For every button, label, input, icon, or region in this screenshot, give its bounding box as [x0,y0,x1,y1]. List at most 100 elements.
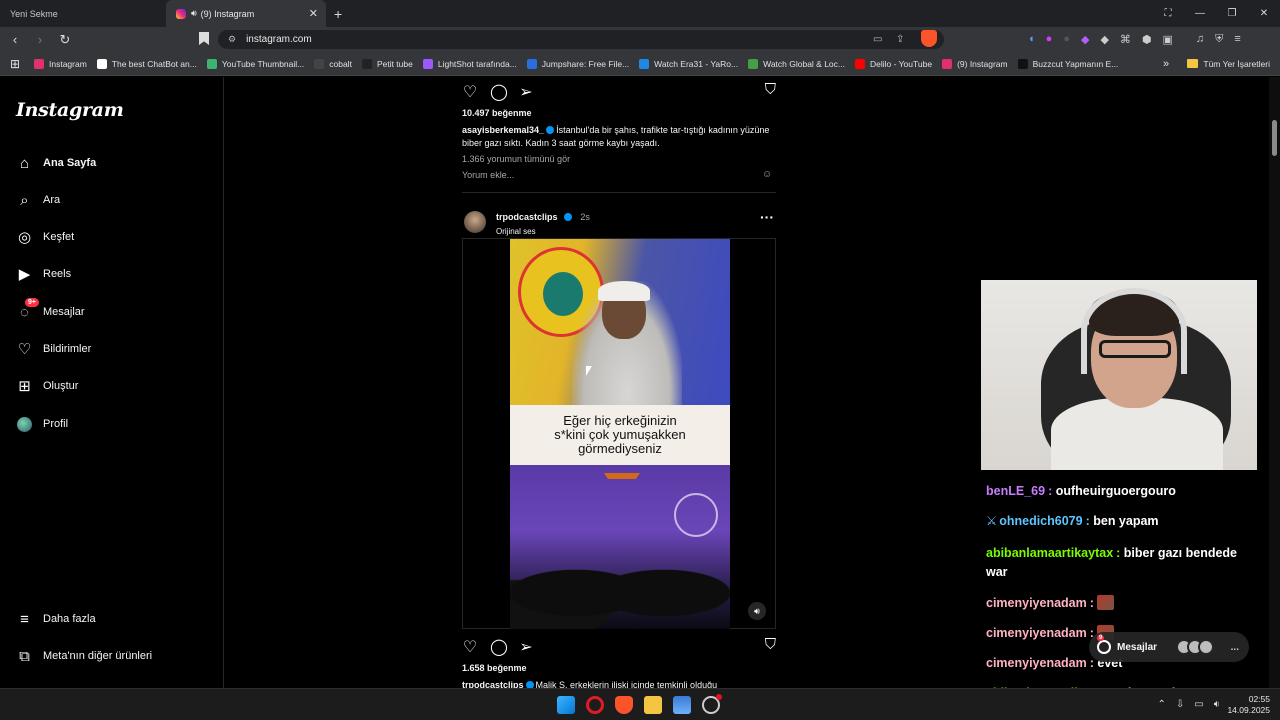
site-info-icon[interactable]: ⚙︎ [228,34,236,45]
nav-messages[interactable]: ◌ 9+ Mesajlar [16,297,85,324]
messages-label: Mesajlar [1117,641,1158,653]
chat-username[interactable]: cimenyiyenadam [986,656,1087,670]
instagram-logo[interactable]: Instagram [16,99,124,121]
view-comments-link[interactable]: 1.366 yorumun tümünü gör [462,154,570,164]
post-audio[interactable]: Orijinal ses [496,227,590,236]
bookmark-item[interactable]: Petit tube [361,58,413,69]
extension-icon[interactable]: ● [1063,33,1070,45]
extension-icon[interactable]: ● [1046,33,1053,45]
comment-icon[interactable]: ◯ [490,637,508,657]
extension-icon[interactable]: ⌘ [1120,33,1131,46]
nav-notifications[interactable]: ♡ Bildirimler [16,337,92,361]
opera-icon[interactable] [586,696,604,714]
chevron-up-icon[interactable]: ⌃ [1157,699,1165,710]
bookmark-item[interactable]: Instagram [34,58,87,69]
download-icon[interactable]: ⇩ [1176,699,1184,710]
vpn-icon[interactable]: ⛨ [1215,33,1223,46]
extension-icon[interactable]: ◖ [1028,33,1035,45]
bookmark-item[interactable]: The best ChatBot an... [96,58,197,69]
messages-bubble[interactable]: 9 Mesajlar ... [1089,632,1249,662]
post-actions: ♡ ◯ ➢ [462,82,534,102]
nav-more[interactable]: ≡ Daha fazla [16,607,95,631]
menu-icon[interactable]: ≡ [1234,33,1240,45]
chat-username[interactable]: abibanlamaartikaytax [986,546,1113,560]
music-icon[interactable]: ♫ [1196,33,1204,45]
chat-username[interactable]: benLE_69 [986,484,1045,498]
bookmark-item[interactable]: (9) Instagram [942,58,1008,69]
post-username[interactable]: trpodcastclips [496,212,558,222]
file-explorer-icon[interactable] [644,696,662,714]
extension-icon[interactable]: ◆ [1081,33,1089,46]
caption-username[interactable]: asayisberkemal34_ [462,125,544,135]
all-bookmarks-folder[interactable]: Tüm Yer İşaretleri [1187,59,1270,69]
close-window-button[interactable]: ✕ [1248,8,1280,19]
extensions-icon[interactable]: ⛶ [1152,8,1184,19]
extension-icon[interactable]: ⬢ [1142,33,1152,46]
share-icon[interactable]: ⇪ [896,34,904,45]
obs-icon[interactable] [702,694,722,714]
bookmark-item[interactable]: Buzzcut Yapmanın E... [1017,58,1118,69]
extension-icon[interactable]: ◆ [1100,33,1108,46]
address-bar[interactable]: ⚙︎ instagram.com ▭ ⇪ [218,30,944,49]
bookmark-item[interactable]: Delilo - YouTube [855,58,932,69]
tab-instagram[interactable]: 🔊︎ (9) Instagram ✕ [166,0,326,27]
share-send-icon[interactable]: ➢ [518,637,534,657]
close-tab-icon[interactable]: ✕ [309,7,318,20]
chat-username[interactable]: cimenyiyenadam [986,626,1087,640]
share-send-icon[interactable]: ➢ [518,82,534,102]
emoji-icon[interactable]: ☺ [762,169,772,180]
page-scrollbar[interactable] [1269,77,1280,688]
bookmark-item[interactable]: cobalt [314,58,352,69]
save-bookmark-icon[interactable]: ⛉ [765,636,776,653]
brave-shield-icon[interactable] [921,30,937,47]
store-icon[interactable] [673,696,691,714]
nav-search[interactable]: ⌕ Ara [16,188,60,212]
bookmark-item[interactable]: Jumpshare: Free File... [526,58,629,69]
post-media[interactable]: Eğer hiç erkeğinizin s*kini çok yumuşakk… [462,238,776,629]
comment-input[interactable]: Yorum ekle... [462,170,514,180]
bookmark-favicon-icon [422,58,433,69]
new-tab-button[interactable]: + [334,6,342,22]
bookmark-item[interactable]: Watch Global & Loc... [748,58,845,69]
nav-home[interactable]: ⌂ Ana Sayfa [16,151,96,175]
chat-username[interactable]: ohnedich6079 [999,514,1082,528]
apps-grid-icon[interactable]: ⊞ [0,57,30,71]
reel-video[interactable]: Eğer hiç erkeğinizin s*kini çok yumuşakk… [510,239,730,629]
like-heart-icon[interactable]: ♡ [462,637,478,657]
like-count[interactable]: 10.497 beğenme [462,108,532,118]
bookmark-item[interactable]: LightShot tarafında... [422,58,517,69]
speaker-icon[interactable]: 🔊︎ [191,8,197,19]
avatar[interactable] [464,210,486,233]
minimize-button[interactable]: — [1184,8,1216,19]
nav-profile[interactable]: Profil [16,412,68,436]
clock[interactable]: 02:55 14.09.2025 [1227,694,1270,716]
reload-button[interactable]: ↻ [55,32,75,48]
sidebar-icon[interactable]: ▣ [1163,33,1173,46]
bookmark-icon[interactable] [199,32,209,45]
more-bookmarks-icon[interactable]: » [1163,58,1169,70]
bookmark-item[interactable]: YouTube Thumbnail... [206,58,304,69]
nav-explore[interactable]: ◎ Keşfet [16,225,74,249]
back-button[interactable]: ‹ [5,32,25,47]
display-icon[interactable]: ▭ [1194,699,1203,710]
comment-icon[interactable]: ◯ [490,82,508,102]
maximize-button[interactable]: ❐ [1216,8,1248,19]
windows-start-icon[interactable] [557,696,575,714]
like-count[interactable]: 1.658 beğenme [462,663,527,673]
save-bookmark-icon[interactable]: ⛉ [765,81,776,98]
volume-icon[interactable]: 🔊︎ [748,602,766,620]
bookmark-item[interactable]: Watch Era31 - YaRo... [639,58,738,69]
scrollbar-thumb[interactable] [1272,120,1277,156]
cast-icon[interactable]: ▭ [873,34,882,45]
nav-reels[interactable]: ▶ Reels [16,262,71,286]
chat-username[interactable]: cimenyiyenadam [986,596,1087,610]
nav-meta-products[interactable]: ⧉ Meta'nın diğer ürünleri [16,644,152,668]
brave-icon[interactable] [615,696,633,714]
bookmark-favicon-icon [526,58,537,69]
nav-create[interactable]: ⊞ Oluştur [16,374,78,398]
more-options-icon[interactable]: ··· [760,209,774,225]
forward-button[interactable]: › [30,32,50,47]
volume-icon[interactable]: 🔉︎ [1214,699,1220,710]
tab-new-tab[interactable]: Yeni Sekme [0,0,166,27]
like-heart-icon[interactable]: ♡ [462,82,478,102]
